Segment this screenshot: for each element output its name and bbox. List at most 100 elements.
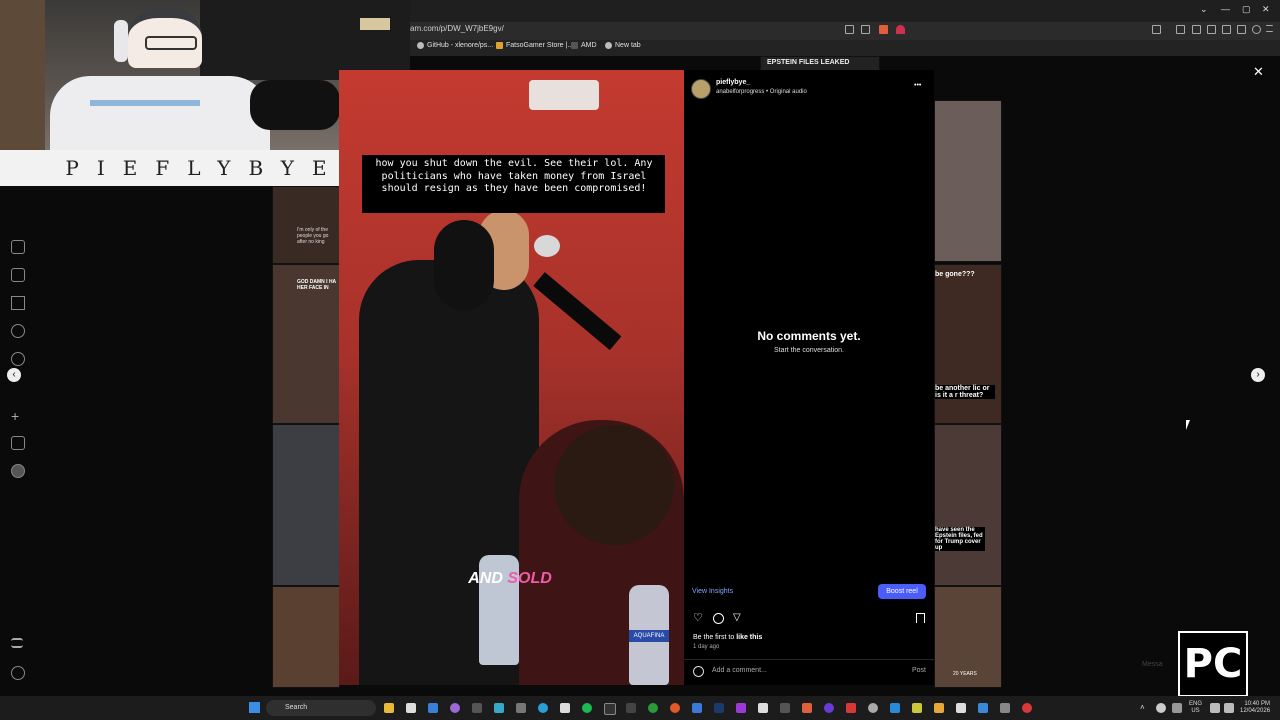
bg-tile[interactable]: I'm only of the people you go after no k… <box>272 186 340 264</box>
bg-tile[interactable]: GOD DAMN I HA HER FACE IN <box>272 264 340 424</box>
search-icon[interactable] <box>11 324 25 338</box>
app-icon[interactable] <box>670 703 680 713</box>
heart-icon[interactable]: ♡ <box>693 613 703 624</box>
brave-rewards-icon[interactable] <box>896 25 905 34</box>
language-indicator[interactable]: ENG US <box>1189 701 1202 715</box>
minimize-button[interactable]: — <box>1221 4 1230 14</box>
screen-icon[interactable] <box>845 25 854 34</box>
chevron-up-icon[interactable]: ˄ <box>1140 703 1145 712</box>
app-icon[interactable] <box>736 703 746 713</box>
app-icon[interactable] <box>626 703 636 713</box>
bg-tile[interactable]: have seen the Epstein files, fed for Tru… <box>934 424 1002 586</box>
profile-avatar[interactable] <box>11 464 25 478</box>
share-icon[interactable]: ▽ <box>733 612 741 623</box>
messages-tab[interactable]: Messa <box>1142 661 1163 668</box>
reader-icon[interactable] <box>1152 25 1161 34</box>
create-icon[interactable]: + <box>11 408 23 423</box>
more-icon[interactable] <box>11 666 25 680</box>
messages-icon[interactable] <box>11 296 25 310</box>
windows-start-icon[interactable] <box>249 702 260 713</box>
steam-icon[interactable] <box>714 703 724 713</box>
extensions-icon[interactable] <box>1237 25 1246 34</box>
brave-icon[interactable] <box>802 703 812 713</box>
download-icon[interactable] <box>1176 25 1185 34</box>
clock[interactable]: 10:40 PM 12/04/2026 <box>1240 701 1270 715</box>
app-icon[interactable] <box>846 703 856 713</box>
app-icon[interactable] <box>978 703 988 713</box>
app-icon[interactable] <box>604 703 616 715</box>
volume-icon[interactable] <box>1224 703 1234 713</box>
home-icon[interactable] <box>11 240 25 254</box>
hamburger-menu-icon[interactable] <box>1266 25 1273 32</box>
app-icon[interactable] <box>494 703 504 713</box>
store-icon[interactable] <box>406 703 416 713</box>
bookmark-fatsogamer[interactable]: FatsoGamer Store |... <box>496 42 573 49</box>
app-icon[interactable] <box>450 703 460 713</box>
bg-tile[interactable] <box>272 424 340 586</box>
close-window-button[interactable]: ✕ <box>1262 4 1270 15</box>
bookmark-amd[interactable]: AMD <box>571 42 597 49</box>
chevron-down-icon[interactable]: ⌄ <box>1200 4 1208 15</box>
bookmark-new-tab[interactable]: New tab <box>605 42 641 49</box>
previous-post-button[interactable]: ‹ <box>7 368 21 382</box>
view-insights-link[interactable]: View Insights <box>692 588 733 595</box>
spotify-icon[interactable] <box>582 703 592 713</box>
file-explorer-icon[interactable] <box>384 703 394 713</box>
app-icon[interactable] <box>934 703 944 713</box>
author-username[interactable]: pieflybye_ <box>716 79 750 86</box>
address-bar-url[interactable]: am.com/p/DW_W7jbE9gv/ <box>410 24 504 33</box>
telegram-icon[interactable] <box>538 703 548 713</box>
wallet-icon[interactable] <box>1222 25 1231 34</box>
bookmark-icon[interactable] <box>916 613 925 623</box>
dashboard-icon[interactable] <box>11 436 25 450</box>
explore-icon[interactable] <box>11 352 25 366</box>
bookmark-github[interactable]: GitHub - xlenore/ps... <box>417 42 493 49</box>
next-post-button[interactable]: › <box>1251 368 1265 382</box>
onedrive-icon[interactable] <box>1156 703 1166 713</box>
app-icon[interactable] <box>560 703 570 713</box>
app-icon[interactable] <box>516 703 526 713</box>
app-icon[interactable] <box>868 703 878 713</box>
app-icon[interactable] <box>1022 703 1032 713</box>
audio-credit[interactable]: anabelforprogress • Original audio <box>716 89 807 95</box>
sidebar-icon[interactable] <box>1207 25 1216 34</box>
mail-icon[interactable] <box>428 703 438 713</box>
app-icon[interactable] <box>1000 703 1010 713</box>
taskbar-search-label[interactable]: Search <box>285 704 307 711</box>
notepad-icon[interactable] <box>956 703 966 713</box>
app-icon[interactable] <box>824 703 834 713</box>
boost-reel-button[interactable]: Boost reel <box>878 584 926 599</box>
tray-icon[interactable] <box>1172 703 1182 713</box>
brave-shield-icon[interactable] <box>879 25 888 34</box>
comment-input[interactable]: Add a comment... <box>712 667 767 674</box>
author-avatar[interactable] <box>691 79 711 99</box>
bg-tile[interactable]: 20 YEARS <box>934 586 1002 688</box>
bg-tile[interactable] <box>272 586 340 688</box>
share-icon[interactable] <box>861 25 870 34</box>
reels-icon[interactable] <box>11 268 25 282</box>
menu-icon[interactable] <box>11 638 23 648</box>
bg-tile[interactable] <box>934 100 1002 262</box>
app-icon[interactable] <box>758 703 768 713</box>
maximize-button[interactable]: ▢ <box>1242 4 1251 15</box>
xbox-icon[interactable] <box>648 703 658 713</box>
app-icon[interactable] <box>472 703 482 713</box>
emoji-icon[interactable] <box>693 666 704 677</box>
network-icon[interactable] <box>1210 703 1220 713</box>
bg-tile[interactable]: be gone??? be another lic or is it a r t… <box>934 264 1002 424</box>
app-icon[interactable] <box>780 703 790 713</box>
music-icon[interactable] <box>1192 25 1201 34</box>
bg-tile-text: 20 YEARS <box>953 671 977 677</box>
like-this-link[interactable]: like this <box>736 634 762 641</box>
amd-icon <box>571 42 578 49</box>
likes-text: Be the first to like this <box>693 634 763 641</box>
comment-icon[interactable] <box>713 613 724 624</box>
close-viewer-button[interactable]: ✕ <box>1253 64 1264 80</box>
app-icon[interactable] <box>912 703 922 713</box>
app-icon[interactable] <box>890 703 900 713</box>
vpn-icon[interactable] <box>1252 25 1261 34</box>
app-icon[interactable] <box>692 703 702 713</box>
taskbar-search[interactable] <box>266 700 376 716</box>
more-options-button[interactable]: ••• <box>914 82 921 89</box>
post-comment-button[interactable]: Post <box>912 667 926 674</box>
